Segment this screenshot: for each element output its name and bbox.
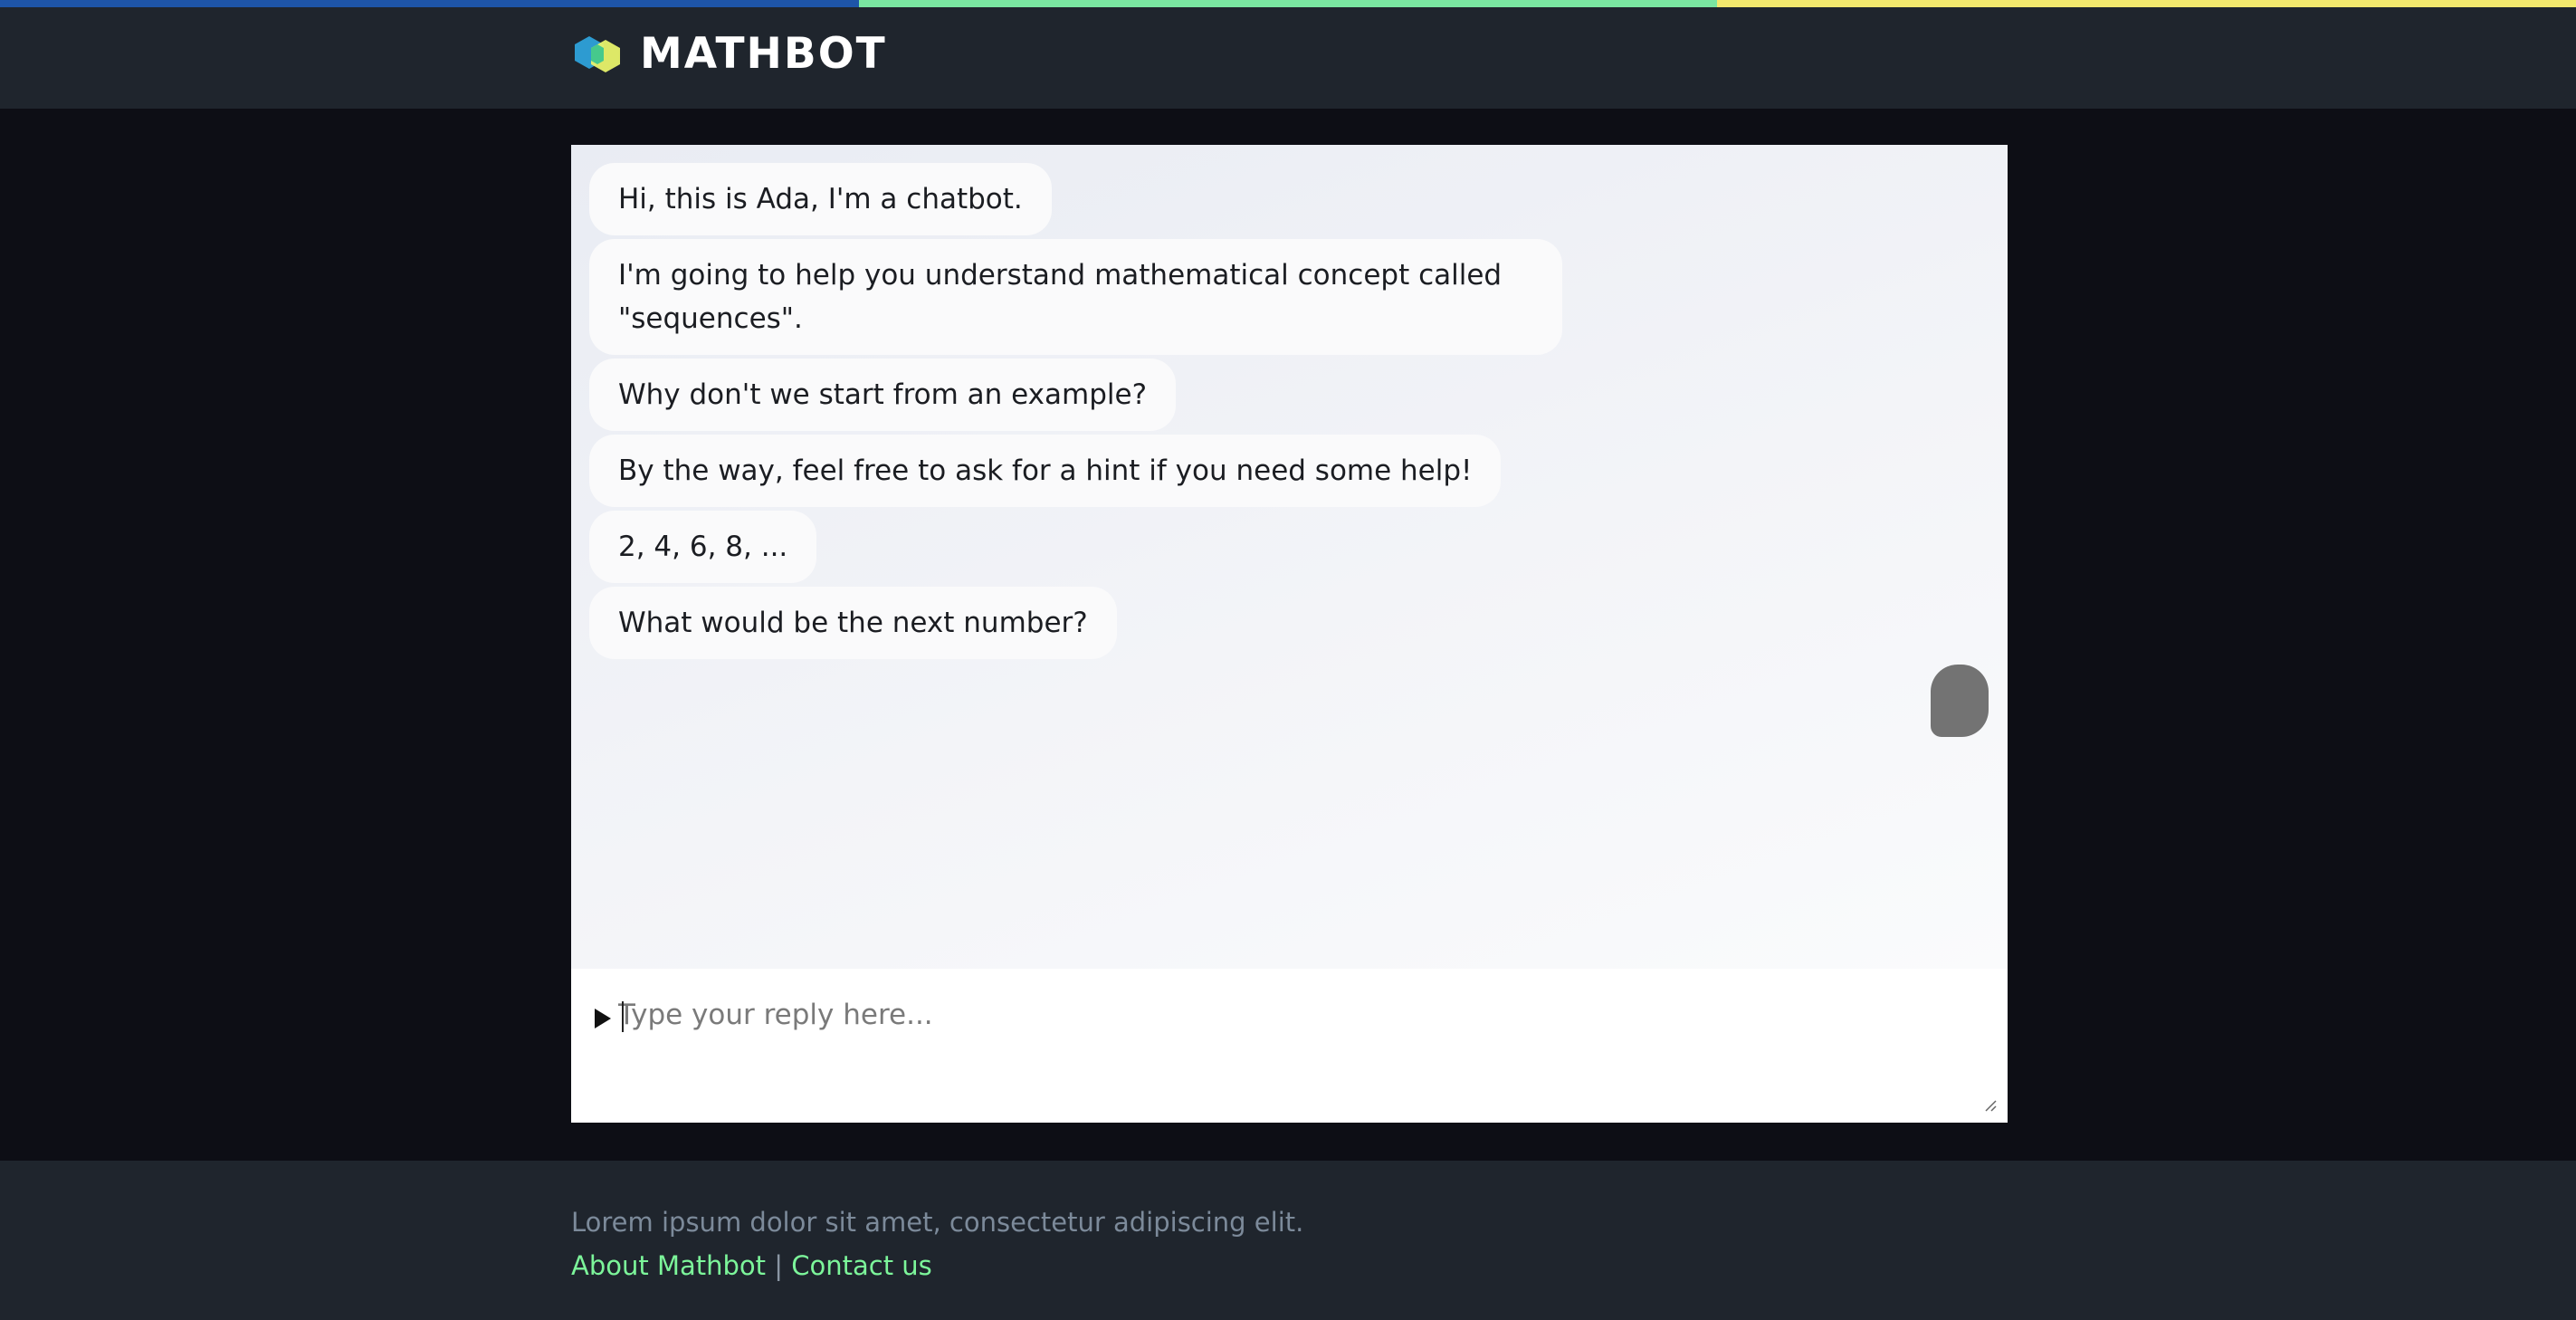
text-caret	[622, 1001, 624, 1032]
typing-indicator-icon	[1931, 665, 1989, 737]
chat-window: Hi, this is Ada, I'm a chatbot. I'm goin…	[571, 145, 2008, 969]
accent-segment-blue	[0, 0, 859, 7]
reply-area	[571, 969, 2008, 1123]
chat-message: What would be the next number?	[589, 587, 1117, 659]
play-arrow-icon[interactable]	[595, 1009, 611, 1028]
accent-segment-yellow	[1717, 0, 2576, 7]
brand-name: MATHBOT	[640, 29, 887, 79]
footer-text: Lorem ipsum dolor sit amet, consectetur …	[571, 1207, 1304, 1238]
hexagon-logo-icon	[575, 36, 620, 72]
logo[interactable]: MATHBOT	[571, 31, 887, 78]
link-separator: |	[774, 1250, 784, 1281]
top-accent-bar	[0, 0, 2576, 7]
footer-links: About Mathbot | Contact us	[571, 1248, 932, 1284]
contact-link[interactable]: Contact us	[791, 1250, 932, 1281]
accent-segment-green	[858, 0, 1718, 7]
reply-input[interactable]	[618, 994, 1985, 1101]
chat-message: I'm going to help you understand mathema…	[589, 239, 1562, 355]
footer: Lorem ipsum dolor sit amet, consectetur …	[0, 1161, 2576, 1320]
about-link[interactable]: About Mathbot	[571, 1250, 766, 1281]
resize-handle-icon[interactable]	[1982, 1097, 1997, 1112]
chat-message: Why don't we start from an example?	[589, 359, 1177, 431]
chat-message: 2, 4, 6, 8, ...	[589, 511, 817, 583]
chat-message: By the way, feel free to ask for a hint …	[589, 435, 1502, 507]
header: MATHBOT	[0, 7, 2576, 109]
chat-message: Hi, this is Ada, I'm a chatbot.	[589, 163, 1052, 235]
